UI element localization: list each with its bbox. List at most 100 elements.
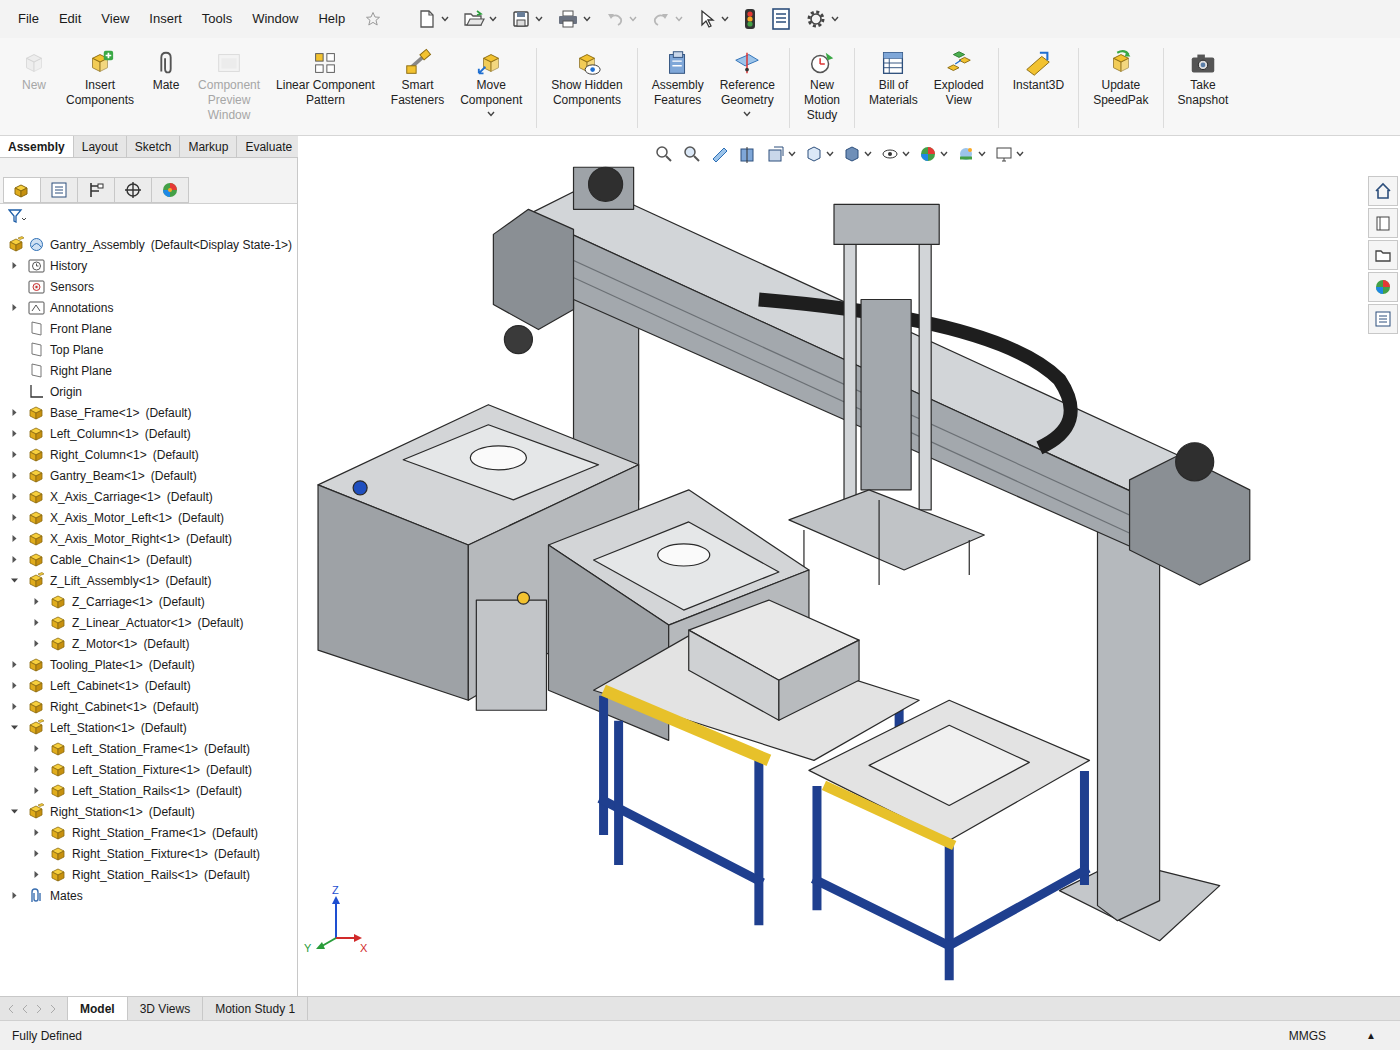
expand-arrow-icon[interactable] (32, 618, 41, 627)
tree-item[interactable]: X_Axis_Motor_Right<1>(Default) (0, 528, 297, 549)
expand-arrow-icon[interactable] (10, 492, 19, 501)
menu-item[interactable]: View (91, 9, 139, 29)
panel-tab[interactable] (151, 177, 189, 203)
view-settings-icon[interactable] (994, 144, 1014, 164)
quick-access-button[interactable] (697, 9, 729, 29)
menu-item[interactable]: Help (308, 9, 355, 29)
dropdown-caret-icon[interactable] (441, 16, 449, 22)
task-pane-tab[interactable] (1368, 240, 1398, 270)
ribbon-button[interactable]: ComponentPreviewWindow (192, 48, 266, 123)
command-tab[interactable]: Assembly (0, 136, 74, 157)
tree-item[interactable]: Origin (0, 381, 297, 402)
ribbon-button[interactable]: Linear ComponentPattern (270, 48, 381, 108)
task-pane-tab[interactable] (1368, 176, 1398, 206)
expand-arrow-icon[interactable] (10, 534, 19, 543)
expand-arrow-icon[interactable] (10, 429, 19, 438)
collapse-arrow-icon[interactable] (10, 723, 19, 732)
view-tool-button[interactable] (880, 144, 910, 164)
previous-view-icon[interactable] (710, 144, 730, 164)
expand-arrow-icon[interactable] (10, 471, 19, 480)
expand-arrow-icon[interactable] (32, 828, 41, 837)
dropdown-caret-icon[interactable] (1016, 151, 1024, 157)
panel-tab[interactable] (40, 177, 78, 203)
section-view-icon[interactable] (738, 144, 758, 164)
unit-system[interactable]: MMGS (1289, 1027, 1326, 1045)
dropdown-caret-icon[interactable] (788, 151, 796, 157)
zoom-to-area-icon[interactable] (682, 144, 702, 164)
dropdown-caret-icon[interactable] (743, 111, 751, 117)
tab-scroll-arrow-icon[interactable] (20, 1004, 30, 1014)
bottom-tab[interactable]: Model (67, 997, 128, 1020)
apply-scene-icon[interactable] (956, 144, 976, 164)
menu-item[interactable]: File (8, 9, 49, 29)
command-tab[interactable]: Layout (74, 136, 127, 157)
expand-arrow-icon[interactable] (10, 702, 19, 711)
dropdown-caret-icon[interactable] (978, 151, 986, 157)
expand-arrow-icon[interactable] (10, 513, 19, 522)
ribbon-button[interactable]: InsertComponents (60, 48, 140, 108)
view-tool-button[interactable] (738, 144, 758, 164)
menu-item[interactable]: Tools (192, 9, 242, 29)
tree-item[interactable]: Right_Column<1>(Default) (0, 444, 297, 465)
panel-tab[interactable] (77, 177, 115, 203)
expand-arrow-icon[interactable] (32, 765, 41, 774)
edit-appearance-icon[interactable] (918, 144, 938, 164)
filter-row[interactable] (0, 204, 297, 228)
tree-item[interactable]: Z_Motor<1>(Default) (0, 633, 297, 654)
menu-item[interactable]: Window (242, 9, 308, 29)
ribbon-button[interactable]: Bill ofMaterials (863, 48, 924, 108)
ribbon-button[interactable]: SmartFasteners (385, 48, 450, 108)
tree-item[interactable]: Mates (0, 885, 297, 906)
select-pointer-icon[interactable] (697, 9, 717, 29)
ribbon-button[interactable]: TakeSnapshot (1172, 48, 1235, 108)
file-properties-icon[interactable] (771, 8, 791, 30)
rebuild-traffic-light-icon[interactable] (743, 8, 757, 30)
print-icon[interactable] (557, 9, 579, 29)
tree-item[interactable]: Sensors (0, 276, 297, 297)
bottom-tab[interactable]: Motion Study 1 (202, 997, 308, 1020)
tree-item[interactable]: Right_Station_Frame<1>(Default) (0, 822, 297, 843)
dropdown-caret-icon[interactable] (629, 16, 637, 22)
tree-item[interactable]: Left_Station_Rails<1>(Default) (0, 780, 297, 801)
view-tool-button[interactable] (710, 144, 730, 164)
ribbon-button[interactable]: ReferenceGeometry (714, 48, 781, 117)
expand-arrow-icon[interactable] (10, 261, 19, 270)
undo-icon[interactable] (605, 9, 625, 29)
tree-item[interactable]: Left_Station_Frame<1>(Default) (0, 738, 297, 759)
quick-access-button[interactable] (417, 9, 449, 29)
redo-icon[interactable] (651, 9, 671, 29)
tree-item[interactable]: Gantry_Assembly(Default<Display State-1>… (0, 234, 297, 255)
quick-access-button[interactable] (743, 8, 757, 30)
expand-arrow-icon[interactable] (32, 639, 41, 648)
dropdown-caret-icon[interactable] (902, 151, 910, 157)
expand-arrow-icon[interactable] (10, 555, 19, 564)
tree-item[interactable]: Right_Cabinet<1>(Default) (0, 696, 297, 717)
tree-item[interactable]: Tooling_Plate<1>(Default) (0, 654, 297, 675)
view-tool-button[interactable] (918, 144, 948, 164)
expand-arrow-icon[interactable] (10, 681, 19, 690)
quick-access-button[interactable] (557, 9, 591, 29)
tree-item[interactable]: Cable_Chain<1>(Default) (0, 549, 297, 570)
view-tool-button[interactable] (804, 144, 834, 164)
ribbon-button[interactable]: Mate (144, 48, 188, 93)
ribbon-button[interactable]: New (12, 48, 56, 93)
collapse-arrow-icon[interactable] (10, 807, 19, 816)
view-tool-button[interactable] (766, 144, 796, 164)
expand-arrow-icon[interactable] (10, 408, 19, 417)
ribbon-button[interactable]: Instant3D (1007, 48, 1070, 93)
dropdown-caret-icon[interactable] (826, 151, 834, 157)
expand-arrow-icon[interactable] (32, 849, 41, 858)
tree-item[interactable]: Left_Station_Fixture<1>(Default) (0, 759, 297, 780)
save-icon[interactable] (511, 9, 531, 29)
tab-scroll-arrow-icon[interactable] (6, 1004, 16, 1014)
command-tab[interactable]: Sketch (127, 136, 181, 157)
options-gear-icon[interactable] (805, 8, 827, 30)
tree-item[interactable]: Z_Linear_Actuator<1>(Default) (0, 612, 297, 633)
unit-caret[interactable]: ▲ (1366, 1028, 1376, 1043)
menu-item[interactable]: Insert (139, 9, 192, 29)
filter-funnel-icon[interactable] (8, 209, 26, 223)
expand-arrow-icon[interactable] (32, 597, 41, 606)
expand-arrow-icon[interactable] (32, 786, 41, 795)
hide-show-items-icon[interactable] (880, 144, 900, 164)
quick-access-button[interactable] (805, 8, 839, 30)
